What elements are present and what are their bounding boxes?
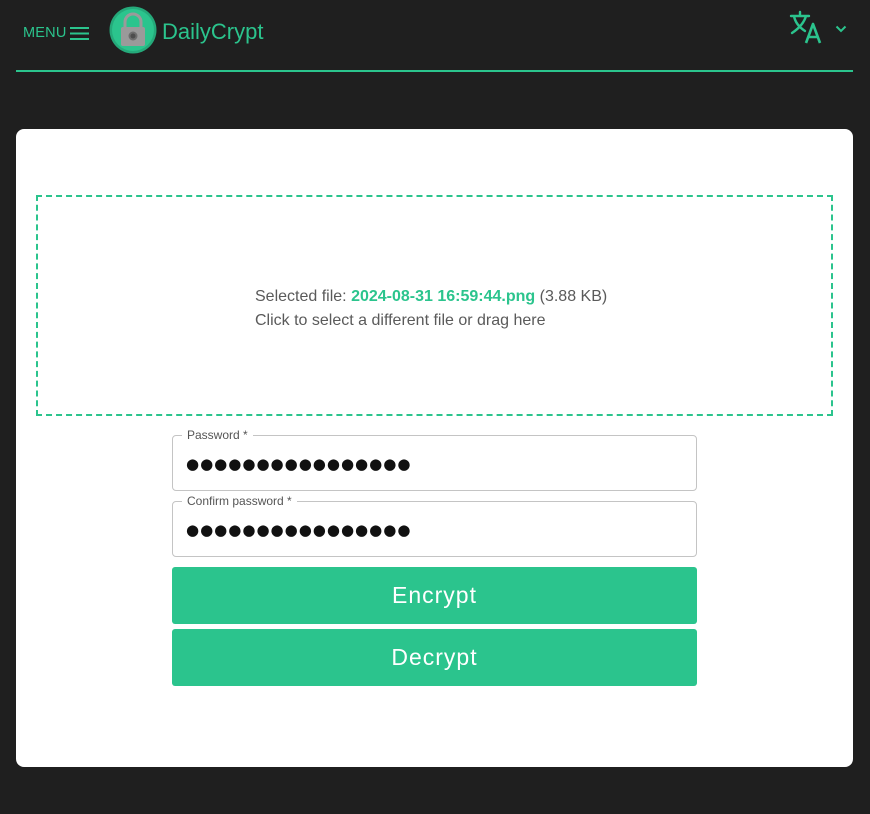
hamburger-icon [69,26,89,40]
confirm-password-label: Confirm password * [182,494,297,508]
password-label: Password * [182,428,253,442]
padlock-icon[interactable] [109,6,157,54]
main-card: Selected file: 2024-08-31 16:59:44.png (… [16,129,853,767]
app-header: MENU DailyCrypt [16,0,853,72]
menu-button[interactable]: MENU [23,22,89,44]
selected-file-line: Selected file: 2024-08-31 16:59:44.png (… [255,285,607,309]
file-dropzone[interactable]: Selected file: 2024-08-31 16:59:44.png (… [36,195,833,416]
decrypt-button[interactable]: Decrypt [172,629,697,686]
selected-file-prefix: Selected file: [255,288,347,305]
menu-label: MENU [23,25,67,41]
translate-icon [789,10,823,49]
confirm-password-input[interactable] [186,518,681,542]
encrypt-button[interactable]: Encrypt [172,567,697,624]
language-selector[interactable] [789,10,847,49]
confirm-password-field-wrapper: Confirm password * [172,494,697,557]
selected-file-name: 2024-08-31 16:59:44.png [351,288,536,305]
chevron-down-icon [835,20,847,38]
file-info: Selected file: 2024-08-31 16:59:44.png (… [255,285,607,333]
dropzone-hint: Click to select a different file or drag… [255,312,546,329]
password-input[interactable] [186,452,681,476]
selected-file-size: (3.88 KB) [539,288,608,305]
password-field-wrapper: Password * [172,428,697,491]
brand-name[interactable]: DailyCrypt [162,19,263,45]
